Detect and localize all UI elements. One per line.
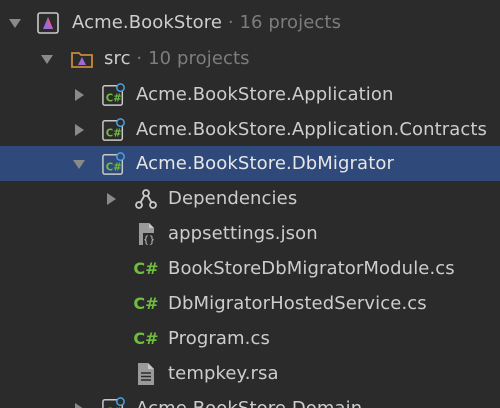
solution-explorer-tree: Acme.BookStore · 16 projects src · 10 pr… xyxy=(0,0,500,408)
csharp-project-icon: C# xyxy=(102,82,126,107)
chevron-right-icon[interactable] xyxy=(72,88,86,102)
csharp-file-icon: C# xyxy=(133,259,159,278)
chevron-down-icon[interactable] xyxy=(40,52,54,66)
svg-text:{}: {} xyxy=(143,235,155,246)
file-name: BookStoreDbMigratorModule.cs xyxy=(168,258,455,279)
tree-row-file[interactable]: C# Program.cs xyxy=(0,321,500,356)
csharp-project-icon: C# xyxy=(102,151,126,176)
csharp-file-icon: C# xyxy=(133,294,159,313)
svg-text:C#: C# xyxy=(106,128,122,139)
tree-row-file[interactable]: C# DbMigratorHostedService.cs xyxy=(0,286,500,321)
solution-name: Acme.BookStore xyxy=(72,12,222,33)
dependencies-label: Dependencies xyxy=(168,188,298,209)
tree-row-project[interactable]: C# Acme.BookStore.Application xyxy=(0,77,500,112)
chevron-right-icon[interactable] xyxy=(72,402,86,408)
solution-project-count: · 16 projects xyxy=(227,12,342,33)
csharp-project-icon: C# xyxy=(102,396,126,408)
tree-row-solution[interactable]: Acme.BookStore · 16 projects xyxy=(0,5,500,40)
tree-row-file[interactable]: C# BookStoreDbMigratorModule.cs xyxy=(0,251,500,286)
chevron-down-icon[interactable] xyxy=(8,16,22,30)
chevron-right-icon[interactable] xyxy=(72,123,86,137)
src-project-count: · 10 projects xyxy=(136,48,250,69)
file-name: tempkey.rsa xyxy=(168,363,279,384)
svg-text:C#: C# xyxy=(106,93,122,104)
dependencies-icon xyxy=(134,187,158,211)
csharp-file-icon: C# xyxy=(133,329,159,348)
chevron-right-icon[interactable] xyxy=(104,192,118,206)
tree-row-project[interactable]: C# Acme.BookStore.Domain xyxy=(0,391,500,408)
solution-icon xyxy=(36,11,60,35)
file-name: appsettings.json xyxy=(168,223,318,244)
tree-row-file[interactable]: tempkey.rsa xyxy=(0,356,500,391)
project-name: Acme.BookStore.Domain xyxy=(136,398,362,408)
json-file-icon: {} xyxy=(134,222,158,246)
tree-row-file[interactable]: {} appsettings.json xyxy=(0,216,500,251)
tree-row-project-selected[interactable]: C# Acme.BookStore.DbMigrator xyxy=(0,146,500,181)
csharp-project-icon: C# xyxy=(102,117,126,142)
tree-row-project[interactable]: C# Acme.BookStore.Application.Contracts xyxy=(0,112,500,147)
file-name: Program.cs xyxy=(168,328,270,349)
text-file-icon xyxy=(134,362,158,386)
chevron-down-icon[interactable] xyxy=(72,157,86,171)
tree-row-src-folder[interactable]: src · 10 projects xyxy=(0,41,500,76)
file-name: DbMigratorHostedService.cs xyxy=(168,293,427,314)
project-name: Acme.BookStore.DbMigrator xyxy=(136,153,394,174)
src-folder-name: src xyxy=(104,48,131,69)
project-name: Acme.BookStore.Application xyxy=(136,84,394,105)
project-name: Acme.BookStore.Application.Contracts xyxy=(136,119,488,140)
tree-row-dependencies[interactable]: Dependencies xyxy=(0,181,500,216)
folder-icon xyxy=(70,47,94,71)
svg-text:C#: C# xyxy=(106,162,122,173)
